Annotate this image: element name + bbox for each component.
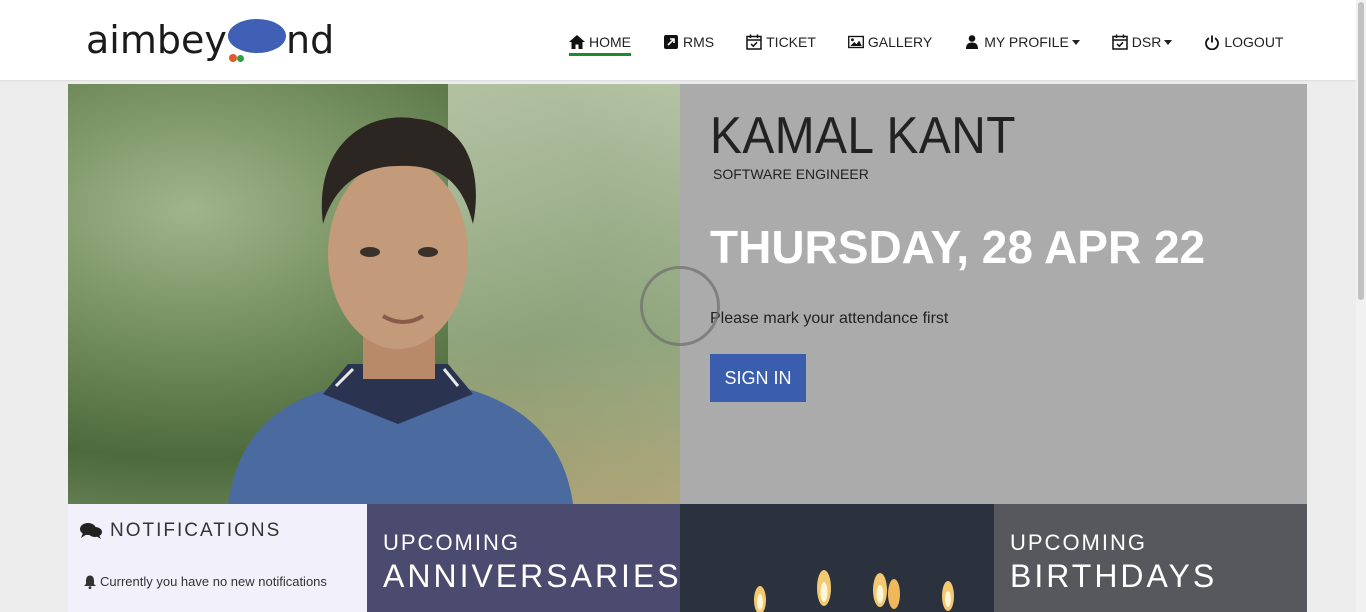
- nav-logout[interactable]: LOGOUT: [1204, 30, 1283, 54]
- current-date: THURSDAY, 28 APR 22: [710, 221, 1206, 273]
- attendance-note: Please mark your attendance first: [710, 310, 949, 327]
- notifications-message-text: Currently you have no new notifications: [100, 574, 327, 589]
- birthdays-subtitle: UPCOMING: [1010, 530, 1147, 555]
- nav-my-profile[interactable]: MY PROFILE: [964, 30, 1080, 54]
- welcome-panel: KAMAL KANT SOFTWARE ENGINEER THURSDAY, 2…: [680, 84, 1307, 504]
- power-icon: [1204, 34, 1220, 50]
- nav-home[interactable]: HOME: [569, 30, 631, 56]
- user-icon: [964, 34, 980, 50]
- aimbeyond-logo[interactable]: aimbey nd: [86, 12, 346, 68]
- logo-blob: [228, 19, 286, 53]
- nav-rms-label: RMS: [683, 34, 715, 50]
- main-nav: HOME RMS TICKET GALLERY MY PROFILE DSR L…: [569, 30, 1283, 56]
- logo-text-left: aimbey: [86, 18, 227, 62]
- upcoming-birthdays-card[interactable]: UPCOMING BIRTHDAYS: [994, 504, 1307, 612]
- home-icon: [569, 34, 585, 50]
- upcoming-anniversaries-card[interactable]: UPCOMING ANNIVERSARIES: [367, 504, 680, 612]
- anniversaries-title: ANNIVERSARIES: [383, 558, 680, 594]
- anniversaries-subtitle: UPCOMING: [383, 530, 520, 555]
- logo-text-right: nd: [286, 18, 335, 62]
- comments-icon: [80, 522, 102, 540]
- logo-dot-orange: [229, 54, 237, 62]
- nav-rms[interactable]: RMS: [663, 30, 714, 54]
- employee-name: KAMAL KANT: [710, 107, 1016, 165]
- loading-spinner: [640, 266, 720, 346]
- notifications-message: Currently you have no new notifications: [84, 574, 327, 589]
- nav-my-profile-label: MY PROFILE: [984, 34, 1069, 50]
- sign-in-button[interactable]: SIGN IN: [710, 354, 806, 402]
- person-portrait: [228, 117, 573, 504]
- logo-dot-green: [237, 55, 244, 62]
- chevron-down-icon: [1071, 39, 1080, 45]
- notifications-panel: NOTIFICATIONS Currently you have no new …: [68, 504, 367, 612]
- nav-ticket-label: TICKET: [766, 34, 816, 50]
- chevron-down-icon: [1164, 39, 1173, 45]
- nav-gallery[interactable]: GALLERY: [847, 30, 933, 54]
- image-icon: [847, 34, 864, 50]
- page-scrollbar[interactable]: [1356, 0, 1366, 612]
- nav-ticket[interactable]: TICKET: [746, 30, 816, 54]
- birthdays-title: BIRTHDAYS: [1010, 558, 1218, 594]
- candles-image: [680, 504, 994, 612]
- external-link-icon: [663, 34, 679, 50]
- nav-gallery-label: GALLERY: [867, 34, 933, 50]
- top-navbar: aimbey nd HOME RMS TICKET GALLERY MY PRO…: [0, 0, 1356, 80]
- bell-icon: [84, 575, 96, 589]
- nav-dsr[interactable]: DSR: [1112, 30, 1173, 54]
- nav-dsr-label: DSR: [1131, 34, 1162, 50]
- calendar-check-icon: [746, 34, 762, 50]
- candles-illustration: [680, 504, 994, 612]
- profile-photo: [68, 84, 680, 504]
- employee-role: SOFTWARE ENGINEER: [713, 166, 869, 182]
- nav-home-label: HOME: [589, 33, 631, 50]
- notifications-title: NOTIFICATIONS: [110, 520, 282, 541]
- notifications-header: NOTIFICATIONS: [80, 520, 281, 542]
- nav-logout-label: LOGOUT: [1224, 34, 1284, 50]
- calendar-check-icon: [1112, 34, 1128, 50]
- scrollbar-thumb[interactable]: [1358, 2, 1364, 300]
